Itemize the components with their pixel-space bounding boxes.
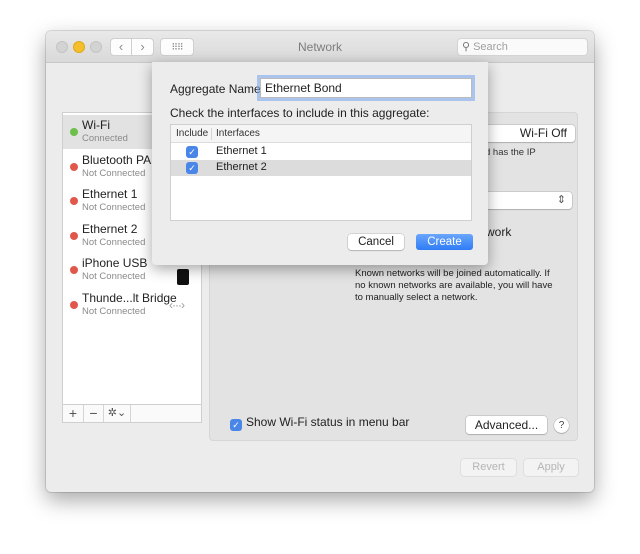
table-row[interactable]: ✓ Ethernet 2 [171, 160, 471, 176]
service-name: Thunde...lt Bridge [82, 290, 177, 305]
help-button[interactable]: ? [554, 418, 569, 433]
service-name: Ethernet 2 [82, 221, 138, 236]
titlebar: ‹ › ⠿⠿ Network ⚲ Search [46, 31, 594, 63]
service-status: Not Connected [82, 236, 146, 248]
interfaces-table: Include Interfaces ✓ Ethernet 1 ✓ Ethernet … [170, 124, 472, 221]
aggregate-name-input[interactable]: Ethernet Bond [260, 78, 472, 98]
service-status: Not Connected [82, 305, 146, 317]
service-status: Not Connected [82, 167, 146, 179]
status-dot-icon [70, 197, 78, 205]
show-wifi-status-label: Show Wi-Fi status in menu bar [246, 415, 410, 429]
revert-button[interactable]: Revert [461, 459, 516, 476]
turn-wifi-off-button[interactable]: Wi-Fi Off [485, 125, 575, 142]
ask-to-join-label: work [486, 225, 512, 239]
service-status: Not Connected [82, 271, 146, 282]
include-checkbox[interactable]: ✓ [186, 146, 198, 158]
phone-icon [177, 269, 189, 285]
service-name: Ethernet 1 [82, 187, 138, 201]
search-placeholder: Search [473, 41, 508, 53]
status-dot-icon [70, 128, 78, 136]
aggregate-sheet: Aggregate Name: Ethernet Bond Check the … [152, 62, 488, 265]
service-status: Connected [82, 133, 128, 144]
service-name: Bluetooth PAN [82, 152, 160, 167]
service-list-toolbar: + − ✲⌄ [63, 404, 201, 422]
status-dot-icon [70, 266, 78, 274]
table-row[interactable]: ✓ Ethernet 1 [171, 144, 471, 160]
aggregate-name-label: Aggregate Name: [170, 82, 265, 96]
status-dot-icon [70, 231, 78, 240]
service-name: Wi-Fi [82, 118, 110, 132]
add-service-button[interactable]: + [63, 405, 84, 422]
interfaces-instruction: Check the interfaces to include in this … [170, 106, 430, 120]
advanced-button[interactable]: Advanced... [466, 416, 547, 434]
status-description: d has the IP [485, 147, 536, 158]
search-field[interactable]: ⚲ Search [457, 38, 588, 56]
table-header: Include Interfaces [171, 125, 471, 143]
create-button[interactable]: Create [416, 234, 473, 250]
include-checkbox[interactable]: ✓ [186, 162, 198, 174]
column-header-include[interactable]: Include [176, 128, 208, 139]
known-networks-description: Known networks will be joined automatica… [355, 268, 553, 303]
service-item[interactable]: Thunde...lt Bridge Not Connected ‹···› [63, 288, 201, 322]
column-header-interfaces[interactable]: Interfaces [216, 128, 260, 139]
interface-name: Ethernet 1 [216, 145, 267, 157]
status-dot-icon [70, 162, 78, 171]
checkbox-checked-icon: ✓ [230, 419, 242, 431]
gear-menu-button[interactable]: ✲⌄ [104, 405, 131, 422]
search-icon: ⚲ [462, 41, 471, 53]
column-divider [211, 128, 212, 140]
show-wifi-status-checkbox[interactable]: ✓ Show Wi-Fi status in menu bar [230, 415, 409, 431]
chevron-up-down-icon: ⇕ [556, 194, 566, 206]
service-name: iPhone USB [82, 256, 148, 270]
network-name-select[interactable]: ⇕ [485, 192, 572, 209]
status-dot-icon [70, 300, 78, 309]
remove-service-button[interactable]: − [84, 405, 104, 422]
interface-name: Ethernet 2 [216, 161, 267, 173]
service-status: Not Connected [82, 202, 146, 213]
bridge-icon: ‹···› [169, 297, 185, 312]
apply-button[interactable]: Apply [524, 459, 578, 476]
cancel-button[interactable]: Cancel [348, 234, 404, 250]
